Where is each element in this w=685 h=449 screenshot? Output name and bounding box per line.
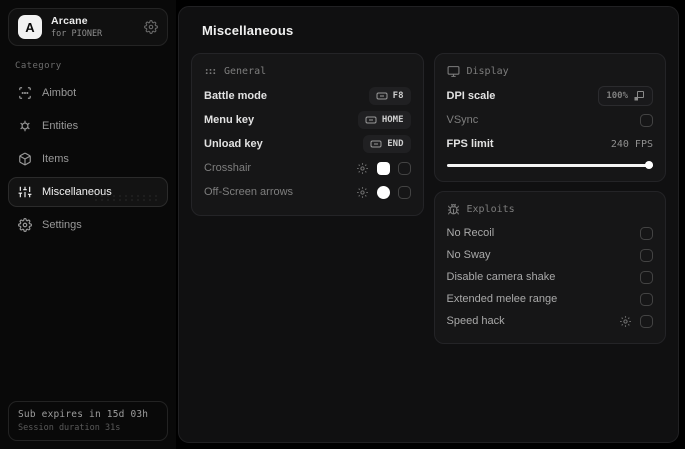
brand-settings-gear-icon[interactable]	[144, 20, 158, 34]
setting-label: Battle mode	[204, 90, 267, 102]
keybind-value: F8	[392, 91, 404, 101]
disable-camera-shake-checkbox[interactable]	[640, 270, 653, 284]
setting-label: Menu key	[204, 114, 255, 126]
app-logo: A	[18, 15, 42, 39]
sidebar-item-label: Aimbot	[42, 87, 77, 99]
offscreen-color-swatch[interactable]	[376, 185, 390, 199]
crosshair-options-gear-icon[interactable]	[356, 162, 369, 175]
app-subtitle: for PIONER	[51, 29, 103, 39]
setting-label: No Sway	[446, 249, 491, 261]
sidebar-item-aimbot[interactable]: Aimbot	[8, 78, 168, 108]
setting-row-battle-mode: Battle mode F8	[204, 84, 411, 108]
scale-icon	[633, 90, 645, 102]
bug-icon	[447, 203, 460, 216]
sliders-icon	[18, 185, 32, 199]
gear-icon	[18, 218, 32, 232]
display-card: Display DPI scale 100% VSync FPS limit 2…	[433, 53, 666, 182]
setting-row-speed-hack: Speed hack	[446, 310, 653, 332]
keybind-chip-menu-key[interactable]: HOME	[357, 111, 411, 129]
display-card-header: Display	[447, 65, 654, 78]
crosshair-color-swatch[interactable]	[376, 161, 390, 175]
main-panel: Miscellaneous General Battle mode F8 Men…	[178, 6, 679, 443]
setting-row-unload-key: Unload key END	[204, 132, 411, 156]
keybind-chip-battle-mode[interactable]: F8	[368, 87, 411, 105]
slider-knob[interactable]	[645, 161, 653, 169]
sidebar: A Arcane for PIONER Category Aimbot Enti…	[0, 0, 176, 449]
aimbot-scan-icon	[18, 86, 32, 100]
setting-label: DPI scale	[446, 90, 496, 102]
no-sway-checkbox[interactable]	[640, 248, 653, 262]
setting-label: Speed hack	[446, 315, 505, 327]
setting-row-dpi-scale: DPI scale 100%	[446, 84, 653, 108]
keyboard-key-icon	[376, 90, 388, 102]
setting-row-no-sway: No Sway	[446, 244, 653, 266]
monitor-icon	[447, 65, 460, 78]
grid-dots-icon	[204, 65, 217, 78]
exploits-card-header: Exploits	[447, 203, 654, 216]
setting-label: VSync	[446, 114, 479, 126]
keybind-value: END	[387, 139, 404, 149]
brand-card: A Arcane for PIONER	[8, 8, 168, 46]
slider-fill	[446, 164, 653, 167]
general-card-header: General	[204, 65, 411, 78]
dotted-texture	[93, 194, 159, 203]
sidebar-item-items[interactable]: Items	[8, 144, 168, 174]
offscreen-options-gear-icon[interactable]	[356, 186, 369, 199]
setting-label: Disable camera shake	[446, 271, 556, 283]
general-card: General Battle mode F8 Menu key HOME Unl…	[191, 53, 424, 216]
setting-label: Extended melee range	[446, 293, 558, 305]
setting-row-vsync: VSync	[446, 108, 653, 132]
no-recoil-checkbox[interactable]	[640, 226, 653, 240]
sidebar-item-label: Entities	[42, 120, 79, 132]
category-label: Category	[15, 61, 62, 71]
setting-row-crosshair: Crosshair	[204, 156, 411, 180]
setting-label: Off-Screen arrows	[204, 186, 294, 198]
setting-label: Crosshair	[204, 162, 252, 174]
sidebar-item-miscellaneous[interactable]: Miscellaneous	[8, 177, 168, 207]
offscreen-checkbox[interactable]	[397, 185, 411, 199]
session-duration-text: Session duration 31s	[18, 423, 121, 433]
entities-icon	[18, 119, 32, 133]
setting-row-fps-limit: FPS limit 240 FPS	[447, 132, 654, 156]
left-column: General Battle mode F8 Menu key HOME Unl…	[191, 53, 424, 216]
keybind-value: HOME	[381, 115, 404, 125]
dpi-scale-select[interactable]: 100%	[598, 86, 653, 106]
dpi-scale-value: 100%	[606, 91, 628, 101]
items-package-icon	[18, 152, 32, 166]
speed-hack-options-gear-icon[interactable]	[619, 315, 632, 328]
setting-row-offscreen-arrows: Off-Screen arrows	[204, 180, 411, 204]
vsync-checkbox[interactable]	[640, 113, 653, 127]
keybind-chip-unload-key[interactable]: END	[363, 135, 411, 153]
setting-row-no-recoil: No Recoil	[446, 222, 653, 244]
setting-label: FPS limit	[446, 138, 494, 150]
keyboard-key-icon	[370, 138, 382, 150]
app-name: Arcane	[51, 15, 88, 27]
setting-row-disable-camera-shake: Disable camera shake	[446, 266, 653, 288]
exploits-card: Exploits No Recoil No Sway Disable camer…	[433, 191, 666, 344]
brand-text: Arcane for PIONER	[51, 15, 102, 39]
app-window: A Arcane for PIONER Category Aimbot Enti…	[0, 0, 685, 449]
speed-hack-checkbox[interactable]	[640, 314, 653, 328]
setting-label: Unload key	[204, 138, 263, 150]
main-area: Miscellaneous General Battle mode F8 Men…	[176, 0, 685, 449]
fps-limit-slider[interactable]	[446, 161, 653, 170]
sub-expiry-text: Sub expires in 15d 03h	[18, 409, 149, 420]
fps-limit-value: 240 FPS	[610, 138, 653, 150]
right-column: Display DPI scale 100% VSync FPS limit 2…	[433, 53, 666, 344]
display-card-title: Display	[466, 66, 509, 77]
crosshair-checkbox[interactable]	[397, 161, 411, 175]
setting-row-extended-melee-range: Extended melee range	[446, 288, 653, 310]
exploits-card-title: Exploits	[466, 204, 515, 215]
setting-label: No Recoil	[446, 227, 495, 239]
sidebar-item-label: Items	[42, 153, 69, 165]
sidebar-item-label: Settings	[42, 219, 82, 231]
setting-row-menu-key: Menu key HOME	[204, 108, 411, 132]
sidebar-item-settings[interactable]: Settings	[8, 210, 168, 240]
page-title: Miscellaneous	[202, 23, 294, 38]
subscription-card: Sub expires in 15d 03h Session duration …	[8, 401, 168, 441]
keyboard-key-icon	[365, 114, 377, 126]
general-card-title: General	[224, 66, 267, 77]
extended-melee-range-checkbox[interactable]	[640, 292, 653, 306]
sidebar-item-entities[interactable]: Entities	[8, 111, 168, 141]
